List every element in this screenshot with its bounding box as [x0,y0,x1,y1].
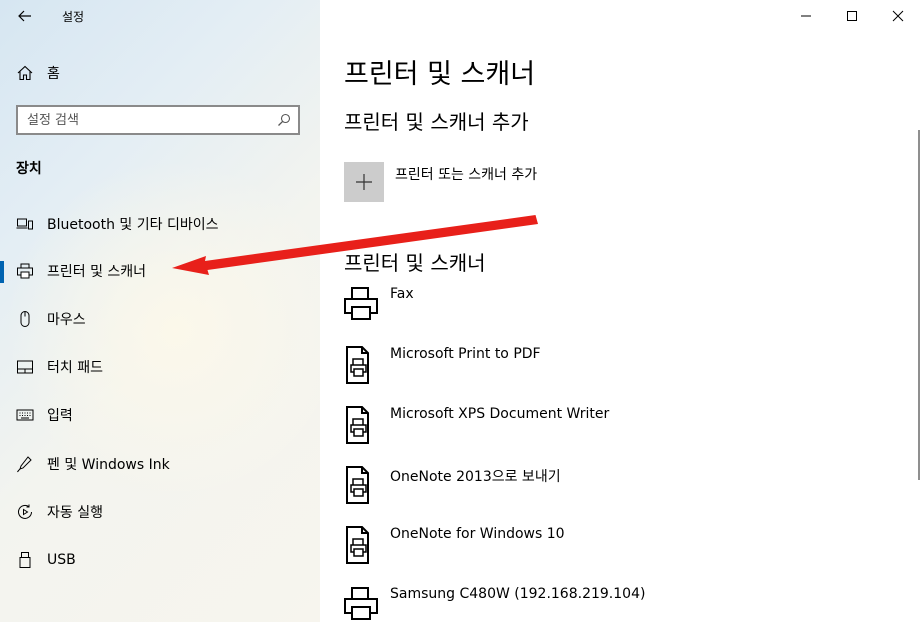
maximize-button[interactable] [840,4,864,28]
minimize-button[interactable] [794,4,818,28]
back-arrow-icon [18,10,31,22]
section-title-devices: 장치 [16,161,42,177]
sidebar-item-label: 자동 실행 [47,505,103,521]
printer-name: OneNote 2013으로 보내기 [390,469,561,485]
touchpad-icon [17,360,33,374]
autoplay-icon [18,504,32,519]
plus-icon [356,174,372,190]
sidebar-item-label: 펜 및 Windows Ink [47,457,170,473]
maximize-icon [847,11,857,21]
sidebar: 설정 홈 장치 Bluetooth 및 기타 디바이스 [0,0,320,622]
sidebar-item-pen[interactable]: 펜 및 Windows Ink [0,446,320,482]
sidebar-item-label: 입력 [47,408,73,424]
keyboard-icon [16,409,34,421]
document-printer-icon [346,466,369,504]
add-tile[interactable] [344,162,384,202]
sidebar-item-label: 마우스 [47,312,86,328]
mouse-icon [20,311,30,327]
printer-item-onenote-win10[interactable]: OneNote for Windows 10 [342,525,882,571]
main-content: 프린터 및 스캐너 프린터 및 스캐너 추가 프린터 또는 스캐너 추가 프린터… [320,0,920,622]
active-indicator [0,261,4,283]
sidebar-item-printers[interactable]: 프린터 및 스캐너 [0,253,320,289]
close-button[interactable] [886,4,910,28]
nav-home[interactable]: 홈 [16,62,60,84]
home-icon [17,65,33,81]
sidebar-item-label: USB [47,552,76,568]
sidebar-item-label: Bluetooth 및 기타 디바이스 [47,217,219,233]
printer-item-samsung[interactable]: Samsung C480W (192.168.219.104) [342,585,882,631]
sidebar-item-usb[interactable]: USB [0,542,320,578]
sidebar-item-touchpad[interactable]: 터치 패드 [0,349,320,385]
page-title: 프린터 및 스캐너 [344,59,536,90]
nav-home-label: 홈 [47,66,60,82]
sidebar-item-label: 터치 패드 [47,360,103,376]
close-icon [892,10,904,22]
search-icon[interactable] [273,109,295,131]
sidebar-item-autoplay[interactable]: 자동 실행 [0,494,320,530]
sidebar-item-mouse[interactable]: 마우스 [0,301,320,337]
sidebar-item-bluetooth[interactable]: Bluetooth 및 기타 디바이스 [0,206,320,242]
printer-name: Microsoft Print to PDF [390,346,541,362]
printer-item-fax[interactable]: Fax [342,285,882,331]
list-section-title: 프린터 및 스캐너 [344,251,486,275]
sidebar-item-input[interactable]: 입력 [0,397,320,433]
window-title: 설정 [62,10,85,24]
printer-name: Fax [390,286,414,302]
add-section-title: 프린터 및 스캐너 추가 [344,110,529,134]
usb-icon [19,552,31,568]
add-printer-label: 프린터 또는 스캐너 추가 [395,167,538,183]
fax-printer-icon [344,287,378,320]
add-printer-button[interactable]: 프린터 또는 스캐너 추가 [344,162,537,202]
back-button[interactable] [14,6,36,26]
sidebar-item-label: 프린터 및 스캐너 [47,264,147,280]
printer-item-ms-xps[interactable]: Microsoft XPS Document Writer [342,405,882,451]
settings-search-box[interactable] [16,105,300,135]
printer-icon [17,263,33,279]
printer-name: Microsoft XPS Document Writer [390,406,610,422]
document-printer-icon [346,526,369,564]
printer-icon [344,587,378,620]
document-printer-icon [346,406,369,444]
document-printer-icon [346,346,369,384]
printer-item-ms-pdf[interactable]: Microsoft Print to PDF [342,345,882,391]
printer-item-onenote-2013[interactable]: OneNote 2013으로 보내기 [342,465,882,511]
printer-name: OneNote for Windows 10 [390,526,565,542]
pen-icon [17,456,32,473]
printer-name: Samsung C480W (192.168.219.104) [390,586,646,602]
bluetooth-devices-icon [16,218,33,230]
search-input[interactable] [18,111,273,129]
minimize-icon [801,15,811,17]
